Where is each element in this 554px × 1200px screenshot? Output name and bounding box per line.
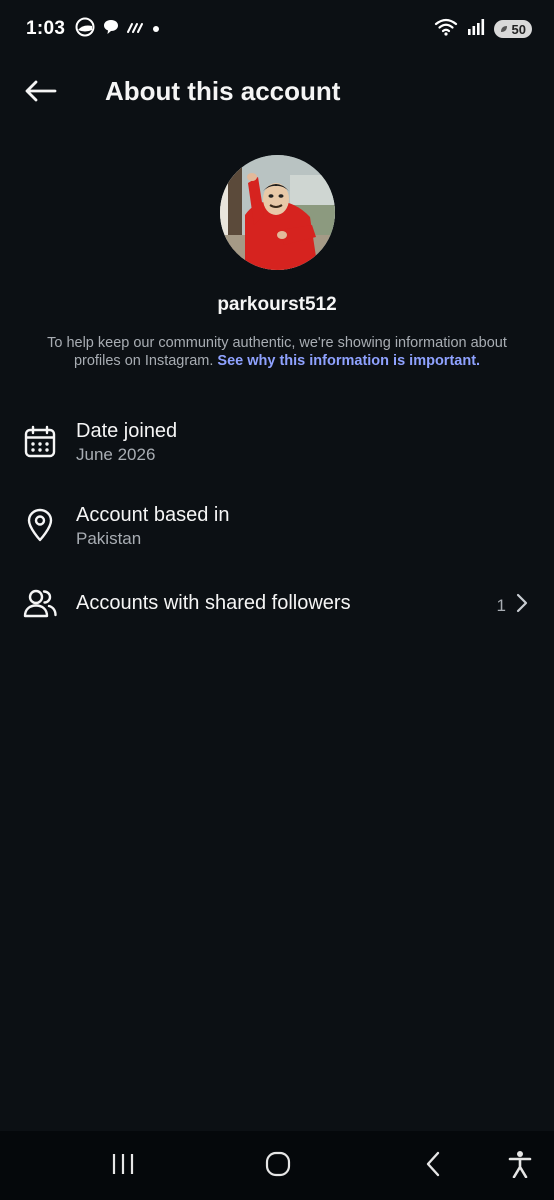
wifi-icon bbox=[434, 17, 458, 42]
shared-followers-right: 1 bbox=[497, 593, 528, 618]
accessibility-button[interactable] bbox=[500, 1149, 540, 1183]
header: About this account bbox=[0, 62, 554, 124]
avatar[interactable] bbox=[220, 155, 335, 270]
back-button[interactable] bbox=[18, 74, 62, 112]
account-based-in-value: Pakistan bbox=[76, 529, 142, 548]
cellular-signal-icon bbox=[466, 18, 486, 41]
date-joined-label: Date joined bbox=[76, 420, 178, 442]
chat-bubble-icon bbox=[102, 18, 120, 41]
username: parkourst512 bbox=[217, 294, 337, 315]
shared-followers-row[interactable]: Accounts with shared followers 1 bbox=[0, 582, 554, 624]
shared-followers-label: Accounts with shared followers bbox=[76, 592, 351, 614]
arrow-left-icon bbox=[23, 79, 57, 108]
shared-followers-text: Accounts with shared followers bbox=[76, 591, 351, 615]
date-joined-value: June 2026 bbox=[76, 445, 156, 464]
notification-dot-icon bbox=[152, 20, 160, 38]
info-link[interactable]: See why this information is important. bbox=[217, 353, 480, 369]
back-icon bbox=[425, 1151, 441, 1182]
chevron-right-icon bbox=[516, 593, 528, 618]
info-text: To help keep our community authentic, we… bbox=[40, 334, 514, 370]
home-icon bbox=[265, 1151, 291, 1182]
date-joined-row: Date joined June 2026 bbox=[0, 416, 554, 472]
home-button[interactable] bbox=[258, 1149, 298, 1183]
signal-bars-icon bbox=[127, 20, 145, 39]
date-joined-text: Date joined June 2026 bbox=[76, 419, 177, 466]
shared-followers-count: 1 bbox=[496, 595, 506, 615]
status-bar: 1:03 50 bbox=[0, 0, 554, 58]
screen: 1:03 50 About this account parkourst512 … bbox=[0, 0, 554, 1200]
account-based-in-text: Account based in Pakistan bbox=[76, 503, 229, 550]
accessibility-icon bbox=[508, 1150, 532, 1183]
status-right-icons: 50 bbox=[434, 17, 532, 42]
recent-apps-icon bbox=[110, 1152, 136, 1181]
account-based-in-label: Account based in bbox=[76, 504, 230, 526]
page-title: About this account bbox=[105, 76, 341, 106]
browser-icon bbox=[75, 17, 95, 42]
back-nav-button[interactable] bbox=[413, 1149, 453, 1183]
battery-icon: 50 bbox=[493, 20, 532, 38]
recent-apps-button[interactable] bbox=[103, 1149, 143, 1183]
location-pin-icon bbox=[22, 507, 58, 543]
account-based-in-row: Account based in Pakistan bbox=[0, 500, 554, 556]
navigation-bar bbox=[0, 1131, 554, 1200]
status-left-icons bbox=[75, 17, 160, 42]
people-icon bbox=[22, 585, 58, 621]
status-time: 1:03 bbox=[26, 18, 66, 39]
calendar-icon bbox=[22, 424, 58, 460]
battery-level: 50 bbox=[511, 21, 526, 37]
